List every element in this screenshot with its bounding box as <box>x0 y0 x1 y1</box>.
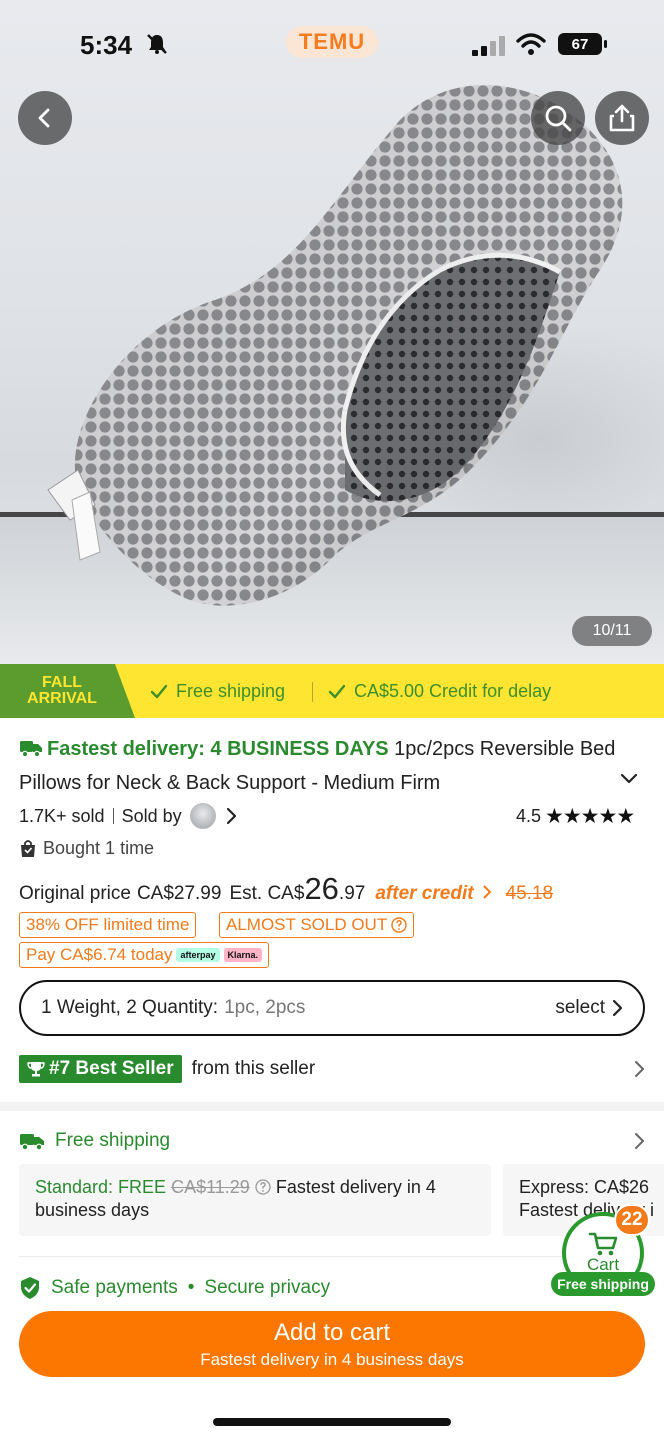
original-price-label: Original price <box>19 883 131 904</box>
delivery-truck-icon <box>20 1134 44 1151</box>
best-seller-badge: #7 Best Seller <box>19 1055 182 1083</box>
cart-count-badge: 22 <box>614 1204 650 1236</box>
add-to-cart-label: Add to cart <box>273 1318 391 1346</box>
almost-sold-out-label: ALMOST SOLD OUT <box>226 915 388 934</box>
product-rating[interactable]: 4.5 ★★★★★ <box>516 804 635 829</box>
variant-label: 1 Weight, 2 Quantity: <box>41 997 219 1018</box>
image-counter: 10/11 <box>572 616 652 646</box>
promo-free-shipping: Free shipping <box>150 681 285 702</box>
discount-tag-label: 38% OFF limited time <box>26 915 190 934</box>
promo-bar: FALL ARRIVAL Free shipping CA$5.00 Credi… <box>0 664 664 718</box>
secure-privacy-text: Secure privacy <box>204 1277 331 1298</box>
klarna-logo: Klarna. <box>223 948 263 962</box>
search-button[interactable] <box>531 91 585 145</box>
original-price-value: CA$27.99 <box>136 883 222 904</box>
free-shipping-row[interactable]: Free shipping <box>19 1130 645 1152</box>
chevron-right-icon <box>635 1133 644 1149</box>
checkmark-icon <box>328 684 346 698</box>
cart-icon <box>588 1232 618 1256</box>
variant-select-button[interactable]: 1 Weight, 2 Quantity: 1pc, 2pcs select <box>19 980 645 1036</box>
chevron-down-icon[interactable] <box>618 768 640 790</box>
checkmark-icon <box>150 684 168 698</box>
chevron-right-icon[interactable] <box>224 807 238 825</box>
estimated-price-integer: 26 <box>304 871 339 906</box>
promo-credit-delay-label: CA$5.00 Credit for delay <box>354 681 552 701</box>
safe-payments-text: Safe payments <box>51 1277 178 1298</box>
estimated-price-decimal: .97 <box>338 883 366 904</box>
estimated-price-label: Est. CA$ <box>229 883 305 904</box>
afterpay-logo: afterpay <box>176 948 220 962</box>
promo-credit-delay: CA$5.00 Credit for delay <box>328 681 551 702</box>
status-time: 5:34 <box>80 30 133 60</box>
product-title[interactable]: Fastest delivery: 4 BUSINESS DAYS 1pc/2p… <box>19 734 619 799</box>
product-image-gallery[interactable]: 5:34 TEMU 67 10/11 <box>0 0 664 664</box>
silent-bell-icon <box>146 33 168 61</box>
sold-count: 1.7K+ sold <box>19 805 105 826</box>
cart-free-shipping-badge: Free shipping <box>551 1272 655 1296</box>
help-circle-icon <box>391 917 407 933</box>
bought-history: Bought 1 time <box>19 838 154 859</box>
free-shipping-title: Free shipping <box>55 1130 171 1151</box>
temu-logo: TEMU <box>286 26 378 58</box>
delivery-truck-icon <box>19 737 43 768</box>
standard-shipping-desc: Fastest delivery in 4 <box>275 1177 436 1197</box>
safe-payments-row[interactable]: Safe payments • Secure privacy <box>19 1276 330 1300</box>
standard-shipping-desc2: business days <box>35 1200 150 1220</box>
price-row[interactable]: Original price CA$27.99 Est. CA$ 26 .97 … <box>19 871 553 907</box>
after-credit-label: after credit <box>375 883 474 904</box>
search-icon <box>545 105 572 132</box>
home-indicator[interactable] <box>213 1418 451 1426</box>
chevron-right-icon <box>635 1061 644 1077</box>
add-to-cart-button[interactable]: Add to cart Fastest delivery in 4 busine… <box>19 1311 645 1377</box>
cellular-signal-icon <box>472 36 505 56</box>
shield-check-icon <box>21 1277 39 1299</box>
chevron-right-icon <box>482 885 491 899</box>
promo-separator <box>312 682 313 702</box>
standard-shipping-label: Standard: FREE <box>35 1177 167 1197</box>
variant-options: 1pc, 2pcs <box>224 997 306 1018</box>
fall-arrival-line2: ARRIVAL <box>27 690 97 707</box>
safe-separator-dot: • <box>187 1277 195 1298</box>
bought-times: Bought 1 time <box>43 838 155 858</box>
add-to-cart-subtitle: Fastest delivery in 4 business days <box>200 1349 464 1369</box>
separator <box>112 808 114 824</box>
best-seller-label: #7 Best Seller <box>49 1058 174 1079</box>
best-seller-row[interactable]: #7 Best Seller from this seller <box>19 1055 645 1083</box>
fastest-delivery-tag: Fastest delivery: 4 BUSINESS DAYS <box>47 738 389 760</box>
best-seller-text: from this seller <box>191 1058 316 1079</box>
sales-seller-row: 1.7K+ sold Sold by <box>19 803 238 829</box>
select-action: select <box>555 997 623 1019</box>
pay-today-label: Pay CA$6.74 today <box>26 945 173 964</box>
seller-avatar[interactable] <box>189 803 216 829</box>
section-divider <box>0 1102 664 1111</box>
express-shipping-line1: Express: CA$26 <box>519 1177 650 1197</box>
list-price-strikethrough: 45.18 <box>505 883 554 904</box>
chevron-right-icon <box>612 999 623 1017</box>
wifi-icon <box>516 33 546 55</box>
sold-by-label: Sold by <box>121 805 182 826</box>
standard-shipping-card[interactable]: Standard: FREE CA$11.29 Fastest delivery… <box>19 1164 491 1236</box>
discount-tag: 38% OFF limited time <box>19 912 197 938</box>
standard-shipping-strike-price: CA$11.29 <box>171 1177 250 1197</box>
fall-arrival-text: FALL ARRIVAL <box>22 675 102 707</box>
almost-sold-out-tag[interactable]: ALMOST SOLD OUT <box>219 912 415 938</box>
promo-free-shipping-label: Free shipping <box>176 681 286 701</box>
battery-indicator: 67 <box>558 33 607 55</box>
pay-later-tag[interactable]: Pay CA$6.74 today afterpay Klarna. <box>19 942 270 968</box>
chevron-left-icon <box>38 108 50 128</box>
star-rating-icon: ★★★★★ <box>545 805 635 828</box>
divider <box>19 1256 645 1257</box>
share-icon <box>609 104 635 132</box>
select-label: select <box>555 997 605 1018</box>
fall-arrival-line1: FALL <box>42 674 82 691</box>
share-button[interactable] <box>595 91 649 145</box>
trophy-icon <box>27 1062 45 1077</box>
help-circle-icon[interactable] <box>255 1179 271 1195</box>
rating-value: 4.5 <box>516 806 542 826</box>
back-button[interactable] <box>18 91 72 145</box>
shopping-bag-icon <box>21 840 35 857</box>
